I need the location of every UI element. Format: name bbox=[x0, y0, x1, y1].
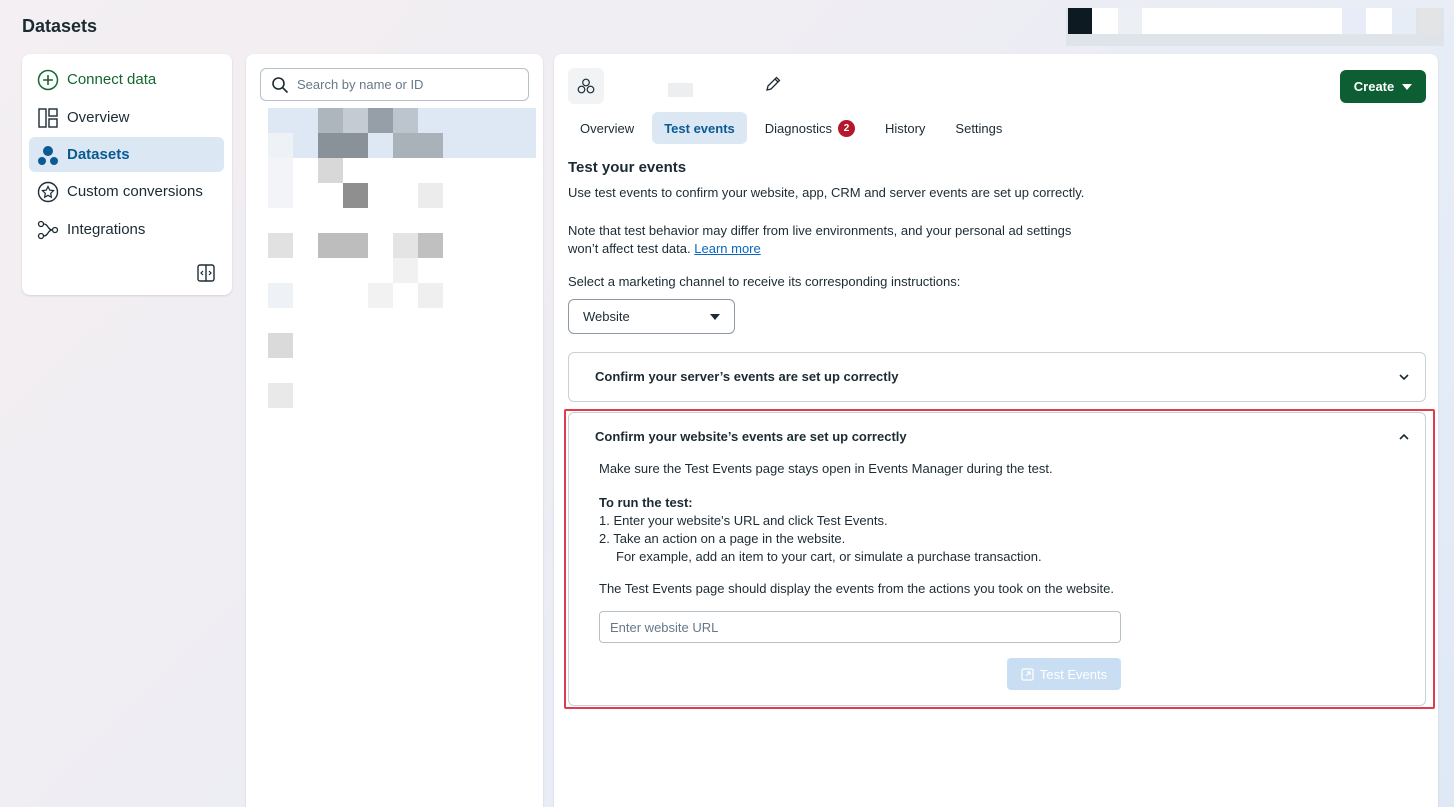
account-selector-redacted[interactable] bbox=[1066, 8, 1444, 46]
sidebar-nav: Connect data Overview Datasets Custom co… bbox=[22, 54, 232, 295]
section-title: Test your events bbox=[568, 159, 687, 176]
create-button[interactable]: Create bbox=[1340, 70, 1426, 103]
accordion-title: Confirm your server’s events are set up … bbox=[595, 369, 899, 384]
external-link-icon bbox=[1021, 667, 1034, 681]
tab-test-events[interactable]: Test events bbox=[652, 112, 747, 144]
page-title: Datasets bbox=[22, 16, 98, 36]
sidebar-item-label: Overview bbox=[67, 109, 130, 126]
accordion-intro: Make sure the Test Events page stays ope… bbox=[599, 461, 1053, 476]
marketing-channel-select[interactable]: Website bbox=[568, 299, 735, 334]
chevron-down-icon[interactable] bbox=[1397, 370, 1411, 384]
main-panel: Create Overview Test events Diagnostics 2… bbox=[554, 54, 1438, 807]
dataset-list-panel bbox=[246, 54, 543, 807]
collapse-sidebar-icon[interactable] bbox=[196, 263, 216, 283]
tab-label: Settings bbox=[955, 120, 1003, 136]
tab-overview[interactable]: Overview bbox=[568, 112, 646, 144]
sidebar-item-integrations[interactable]: Integrations bbox=[29, 212, 224, 247]
caret-down-icon bbox=[1402, 83, 1413, 90]
channel-prompt: Select a marketing channel to receive it… bbox=[568, 274, 961, 289]
sidebar-item-label: Datasets bbox=[67, 146, 130, 163]
website-events-accordion: Confirm your website’s events are set up… bbox=[568, 412, 1426, 706]
dataset-name-redacted bbox=[668, 83, 693, 97]
dataset-icon bbox=[568, 68, 604, 104]
sidebar-item-label: Custom conversions bbox=[67, 183, 203, 200]
accordion-title: Confirm your website’s events are set up… bbox=[595, 429, 907, 444]
tab-bar: Overview Test events Diagnostics 2 Histor… bbox=[568, 112, 1020, 144]
select-value: Website bbox=[583, 309, 630, 324]
search-input[interactable] bbox=[297, 77, 517, 92]
star-badge-icon bbox=[37, 181, 59, 203]
sidebar-item-connect-data[interactable]: Connect data bbox=[29, 62, 224, 97]
search-box[interactable] bbox=[260, 68, 529, 101]
tab-diagnostics[interactable]: Diagnostics 2 bbox=[753, 112, 867, 144]
chevron-up-icon[interactable] bbox=[1397, 430, 1411, 444]
tab-label: Overview bbox=[580, 120, 635, 136]
tab-label: History bbox=[884, 120, 926, 136]
tab-settings[interactable]: Settings bbox=[943, 112, 1014, 144]
search-icon bbox=[272, 76, 289, 93]
test-events-button[interactable]: Test Events bbox=[1007, 658, 1121, 690]
step-2-detail: For example, add an item to your cart, o… bbox=[616, 549, 1042, 564]
plus-circle-icon bbox=[37, 69, 59, 91]
edit-pencil-icon[interactable] bbox=[764, 75, 784, 95]
note-line-2: won’t affect test data. bbox=[568, 241, 691, 256]
note-text: Note that test behavior may differ from … bbox=[568, 222, 1071, 258]
website-url-input[interactable] bbox=[599, 611, 1121, 643]
step-2: 2. Take an action on a page in the websi… bbox=[599, 531, 846, 546]
integrations-icon bbox=[37, 219, 59, 241]
sidebar-item-datasets[interactable]: Datasets bbox=[29, 137, 224, 172]
sidebar-item-label: Connect data bbox=[67, 71, 157, 88]
learn-more-link[interactable]: Learn more bbox=[694, 241, 760, 256]
server-events-accordion[interactable]: Confirm your server’s events are set up … bbox=[568, 352, 1426, 402]
intro-text: Use test events to confirm your website,… bbox=[568, 185, 1085, 200]
accordion-outro: The Test Events page should display the … bbox=[599, 581, 1115, 596]
create-button-label: Create bbox=[1353, 79, 1395, 94]
sidebar-item-custom-conversions[interactable]: Custom conversions bbox=[29, 174, 224, 209]
datasets-icon bbox=[37, 144, 59, 166]
test-events-label: Test Events bbox=[1039, 666, 1108, 682]
tab-history[interactable]: History bbox=[873, 112, 937, 144]
diagnostics-count-badge: 2 bbox=[837, 119, 855, 137]
tab-label: Diagnostics bbox=[764, 120, 832, 136]
sidebar-item-overview[interactable]: Overview bbox=[29, 100, 224, 135]
step-1: 1. Enter your website's URL and click Te… bbox=[599, 513, 888, 528]
caret-down-icon bbox=[710, 313, 720, 320]
sidebar-item-label: Integrations bbox=[67, 221, 146, 238]
steps-title: To run the test: bbox=[599, 495, 693, 510]
layout-icon bbox=[37, 107, 59, 129]
note-line-1: Note that test behavior may differ from … bbox=[568, 223, 1072, 238]
tab-label: Test events bbox=[664, 120, 735, 136]
